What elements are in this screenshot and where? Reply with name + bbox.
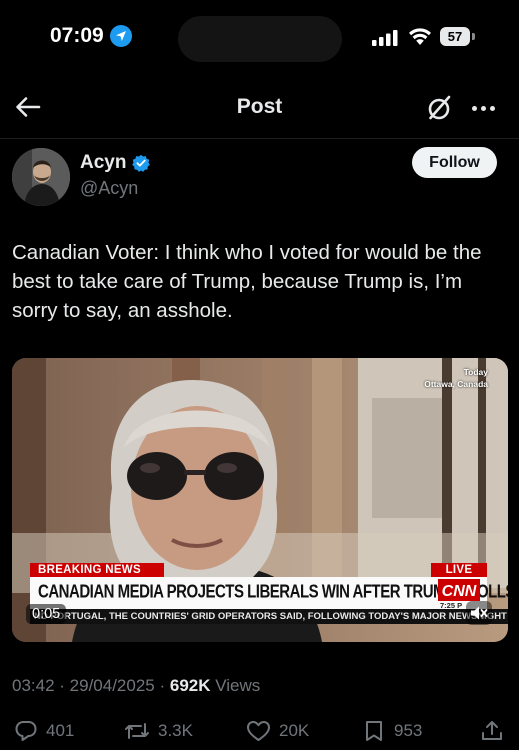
- news-ticker: ND PORTUGAL, THE COUNTRIES' GRID OPERATO…: [30, 609, 508, 624]
- verified-icon: [132, 154, 151, 172]
- tweet-text: Canadian Voter: I think who I voted for …: [12, 241, 482, 322]
- more-button[interactable]: [466, 98, 500, 118]
- bookmark-button[interactable]: 953: [362, 718, 422, 744]
- mute-button[interactable]: [466, 601, 492, 625]
- signal-icon: [372, 30, 398, 46]
- post-time: 03:42: [12, 676, 55, 695]
- location-arrow-icon: [109, 25, 132, 47]
- repost-button[interactable]: 3.3K: [124, 718, 193, 744]
- cnn-logo: CNN: [438, 579, 480, 601]
- status-bar-time: 07:09: [50, 24, 132, 48]
- wifi-icon: [409, 28, 431, 45]
- mute-icon: [471, 606, 488, 620]
- breaking-news-banner: BREAKING NEWS: [30, 563, 164, 577]
- more-icon-dot: [489, 105, 495, 111]
- dynamic-island: [178, 16, 342, 62]
- battery-level: 57: [447, 29, 463, 44]
- battery-cap: [472, 33, 475, 40]
- views-count[interactable]: 692K: [170, 676, 211, 695]
- repost-icon: [125, 723, 149, 739]
- share-button[interactable]: [480, 718, 504, 744]
- author-name-row[interactable]: Acyn: [80, 152, 151, 174]
- cnn-logo-text: CNN: [442, 583, 477, 600]
- meta-separator-2: ·: [154, 676, 170, 695]
- more-icon-dot: [480, 105, 486, 111]
- reply-button[interactable]: 401: [14, 718, 74, 744]
- follow-button[interactable]: Follow: [412, 147, 497, 178]
- repost-count: 3.3K: [158, 721, 193, 740]
- bookmark-icon: [366, 721, 382, 741]
- author-handle[interactable]: @Acyn: [80, 178, 138, 199]
- location-date: Today: [463, 367, 488, 377]
- author-name[interactable]: Acyn: [80, 152, 126, 174]
- video-player[interactable]: Today Ottawa, Canada BREAKING NEWS LIVE …: [12, 358, 508, 642]
- share-icon: [482, 721, 502, 740]
- post-date: 29/04/2025: [69, 676, 155, 695]
- grok-icon[interactable]: [424, 93, 454, 123]
- live-badge: LIVE: [431, 563, 487, 577]
- reply-count: 401: [46, 721, 75, 740]
- location-place: Ottawa, Canada: [424, 379, 488, 389]
- header-divider: [0, 138, 519, 139]
- meta-separator: ·: [54, 676, 70, 695]
- bookmark-count: 953: [394, 721, 423, 740]
- views-label: Views: [215, 676, 261, 695]
- avatar[interactable]: [12, 148, 70, 206]
- video-duration: 0:05: [26, 604, 67, 624]
- like-count: 20K: [279, 721, 310, 740]
- like-icon: [247, 721, 270, 741]
- location-tag: Today Ottawa, Canada: [424, 366, 488, 390]
- post-meta: 03:42 · 29/04/2025 · 692K Views: [12, 676, 260, 696]
- battery-icon: 57: [440, 27, 470, 46]
- status-time-text: 07:09: [50, 24, 104, 47]
- like-button[interactable]: 20K: [246, 718, 309, 744]
- more-icon: [471, 105, 477, 111]
- reply-icon: [15, 721, 37, 741]
- video-headline: CANADIAN MEDIA PROJECTS LIBERALS WIN AFT…: [38, 581, 508, 603]
